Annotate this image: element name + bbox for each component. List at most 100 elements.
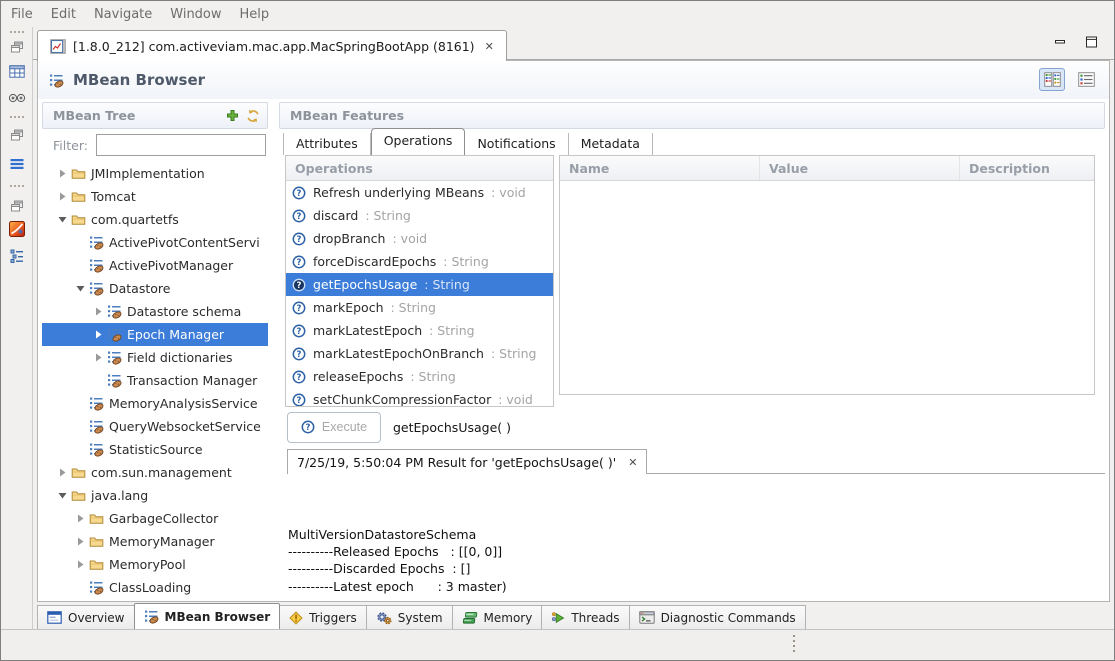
tree-item-jmimplementation[interactable]: JMImplementation (42, 162, 268, 185)
menu-window[interactable]: Window (170, 7, 221, 22)
tab-attributes[interactable]: Attributes (283, 133, 371, 155)
expand-arrow-icon[interactable] (56, 190, 69, 203)
bottom-tab-system[interactable]: System (366, 605, 453, 629)
tree-item-memorypool[interactable]: MemoryPool (42, 553, 268, 576)
watch-view-icon[interactable] (8, 93, 26, 103)
operation-setchunkcompressionfactor[interactable]: ?setChunkCompressionFactor: void (286, 388, 553, 407)
bottom-tab-overview[interactable]: Overview (37, 605, 135, 629)
svg-text:?: ? (297, 396, 302, 406)
expand-arrow-icon (74, 259, 87, 272)
menu-file[interactable]: File (11, 7, 33, 22)
expand-arrow-icon[interactable] (56, 213, 69, 226)
jvm-browser-icon[interactable] (9, 221, 25, 237)
tree-item-tomcat[interactable]: Tomcat (42, 185, 268, 208)
mbean-icon (107, 373, 122, 388)
layout-grid-toggle[interactable] (1039, 68, 1065, 91)
tree-item-datastore-schema[interactable]: Datastore schema (42, 300, 268, 323)
tree-item-java-lang[interactable]: java.lang (42, 484, 268, 507)
menu-navigate[interactable]: Navigate (94, 7, 152, 22)
mbean-icon (107, 327, 122, 342)
operations-column-header[interactable]: Operations (286, 156, 553, 181)
tree-item-querywebsocketservice[interactable]: QueryWebsocketService (42, 415, 268, 438)
drag-handle-icon (9, 184, 25, 188)
add-mbean-icon[interactable] (226, 109, 239, 122)
restore-view-icon[interactable] (10, 200, 24, 213)
expand-arrow-icon[interactable] (74, 282, 87, 295)
menu-edit[interactable]: Edit (51, 7, 76, 22)
expand-arrow-icon[interactable] (92, 305, 105, 318)
menu-help[interactable]: Help (240, 7, 270, 22)
tree-item-datastore[interactable]: Datastore (42, 277, 268, 300)
expand-arrow-icon[interactable] (74, 558, 87, 571)
operation-name: releaseEpochs (313, 369, 403, 384)
refresh-icon[interactable] (246, 109, 260, 123)
close-icon[interactable]: ✕ (628, 456, 637, 469)
tree-item-label: com.quartetfs (91, 212, 179, 227)
bottom-tab-diagnostic-commands[interactable]: Diagnostic Commands (629, 605, 806, 629)
folder-icon (89, 534, 104, 549)
expand-arrow-icon[interactable] (74, 512, 87, 525)
layout-list-toggle[interactable] (1073, 68, 1099, 91)
operations-rows: ?Refresh underlying MBeans: void?discard… (286, 181, 553, 407)
tree-item-activepivotmanager[interactable]: ActivePivotManager (42, 254, 268, 277)
operation-marklatestepochonbranch[interactable]: ?markLatestEpochOnBranch: String (286, 342, 553, 365)
operation-dropbranch[interactable]: ?dropBranch: void (286, 227, 553, 250)
mbean-tree-title: MBean Tree (50, 108, 226, 123)
column-header-name[interactable]: Name (560, 156, 760, 180)
expand-arrow-icon (74, 397, 87, 410)
result-tab[interactable]: 7/25/19, 5:50:04 PM Result for 'getEpoch… (287, 449, 647, 474)
drag-handle-icon[interactable] (793, 635, 795, 655)
tab-metadata[interactable]: Metadata (569, 133, 653, 155)
menu-bar: File Edit Navigate Window Help (1, 1, 1114, 27)
diagnostic-icon (639, 611, 655, 624)
console-editor-tab[interactable]: [1.8.0_212] com.activeviam.mac.app.MacSp… (37, 30, 507, 61)
tree-item-epoch-manager[interactable]: Epoch Manager (42, 323, 268, 346)
column-header-description[interactable]: Description (960, 156, 1094, 180)
close-icon[interactable]: ✕ (485, 40, 494, 53)
operation-discard[interactable]: ?discard: String (286, 204, 553, 227)
table-view-icon[interactable] (9, 65, 25, 78)
execute-button[interactable]: ? Execute (287, 412, 381, 443)
outline-view-icon[interactable] (10, 249, 24, 263)
operation-refresh-underlying-mbeans[interactable]: ?Refresh underlying MBeans: void (286, 181, 553, 204)
tree-item-memoryanalysisservice[interactable]: MemoryAnalysisService (42, 392, 268, 415)
bottom-tab-triggers[interactable]: Triggers (279, 605, 367, 629)
drag-handle-icon (9, 30, 25, 34)
tree-item-statisticsource[interactable]: StatisticSource (42, 438, 268, 461)
expand-arrow-icon[interactable] (92, 351, 105, 364)
filter-input[interactable] (96, 134, 266, 156)
tree-item-field-dictionaries[interactable]: Field dictionaries (42, 346, 268, 369)
tree-item-memorymanager[interactable]: MemoryManager (42, 530, 268, 553)
mbean-tree-panel: MBean Tree Filter: JMImplementationTomca… (42, 102, 268, 599)
column-header-value[interactable]: Value (760, 156, 960, 180)
bottom-tab-mbean-browser[interactable]: MBean Browser (134, 603, 281, 629)
operation-getepochsusage[interactable]: ?getEpochsUsage: String (286, 273, 553, 296)
tree-item-activepivotcontentservi[interactable]: ActivePivotContentServi (42, 231, 268, 254)
restore-view-icon[interactable] (10, 129, 24, 142)
tab-operations[interactable]: Operations (371, 128, 466, 155)
tree-item-com-quartetfs[interactable]: com.quartetfs (42, 208, 268, 231)
tree-item-com-sun-management[interactable]: com.sun.management (42, 461, 268, 484)
expand-arrow-icon[interactable] (56, 489, 69, 502)
list-view-icon[interactable] (10, 158, 24, 170)
tab-notifications[interactable]: Notifications (465, 133, 568, 155)
tree-item-garbagecollector[interactable]: GarbageCollector (42, 507, 268, 530)
bottom-tab-memory[interactable]: Memory (452, 605, 543, 629)
maximize-icon[interactable] (1085, 36, 1098, 48)
tree-item-classloading[interactable]: ClassLoading (42, 576, 268, 599)
operation-markepoch[interactable]: ?markEpoch: String (286, 296, 553, 319)
expand-arrow-icon[interactable] (92, 328, 105, 341)
restore-view-icon[interactable] (10, 41, 24, 54)
console-page-tabs: OverviewMBean Browser Triggers SystemMemor… (33, 602, 1114, 629)
tree-item-transaction-manager[interactable]: Transaction Manager (42, 369, 268, 392)
bottom-tab-threads[interactable]: Threads (541, 605, 629, 629)
operation-forcediscardepochs[interactable]: ?forceDiscardEpochs: String (286, 250, 553, 273)
expand-arrow-icon[interactable] (56, 466, 69, 479)
operation-releaseepochs[interactable]: ?releaseEpochs: String (286, 365, 553, 388)
minimize-icon[interactable] (1054, 36, 1067, 48)
operation-name: discard (313, 208, 358, 223)
expand-arrow-icon[interactable] (56, 167, 69, 180)
operation-marklatestepoch[interactable]: ?markLatestEpoch: String (286, 319, 553, 342)
bottom-tab-label: Triggers (309, 611, 357, 625)
expand-arrow-icon[interactable] (74, 535, 87, 548)
